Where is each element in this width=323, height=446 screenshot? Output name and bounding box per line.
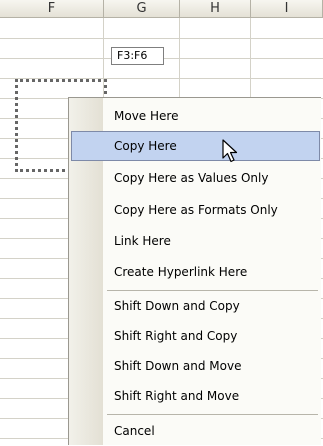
menu-item-shift-right-move[interactable]: Shift Right and Move bbox=[71, 381, 320, 411]
menu-item-shift-right-copy[interactable]: Shift Right and Copy bbox=[71, 321, 320, 351]
column-header-i[interactable]: I bbox=[251, 0, 323, 18]
menu-separator bbox=[107, 414, 318, 415]
range-tooltip: F3:F6 bbox=[111, 47, 164, 65]
menu-item-copy-here[interactable]: Copy Here bbox=[71, 131, 320, 161]
menu-item-create-hyperlink-here[interactable]: Create Hyperlink Here bbox=[71, 257, 320, 287]
mouse-pointer-icon bbox=[222, 139, 238, 163]
menu-item-link-here[interactable]: Link Here bbox=[71, 226, 320, 256]
menu-item-copy-formats-only[interactable]: Copy Here as Formats Only bbox=[71, 195, 320, 225]
row-gridline bbox=[0, 38, 323, 39]
context-menu: Move Here Copy Here Copy Here as Values … bbox=[68, 97, 321, 445]
column-header-f[interactable]: F bbox=[0, 0, 104, 18]
menu-item-shift-down-copy[interactable]: Shift Down and Copy bbox=[71, 291, 320, 321]
menu-item-cancel[interactable]: Cancel bbox=[71, 416, 320, 446]
column-header-h[interactable]: H bbox=[180, 0, 251, 18]
menu-item-copy-values-only[interactable]: Copy Here as Values Only bbox=[71, 163, 320, 193]
column-header-g[interactable]: G bbox=[104, 0, 180, 18]
menu-item-move-here[interactable]: Move Here bbox=[71, 101, 320, 131]
menu-item-shift-down-move[interactable]: Shift Down and Move bbox=[71, 351, 320, 381]
